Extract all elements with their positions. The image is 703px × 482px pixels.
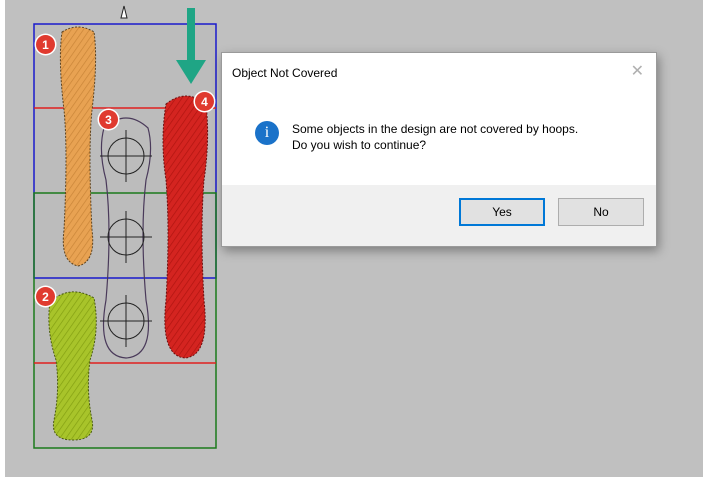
object-not-covered-dialog: Object Not Covered ✕ i Some objects in t…: [221, 52, 657, 247]
dialog-title: Object Not Covered: [232, 66, 338, 80]
close-icon[interactable]: ✕: [631, 61, 644, 81]
no-button[interactable]: No: [558, 198, 644, 226]
info-icon: i: [255, 121, 279, 145]
yes-button[interactable]: Yes: [459, 198, 545, 226]
object-marker-1: 1: [36, 35, 55, 54]
dialog-message-line-1: Some objects in the design are not cover…: [292, 122, 579, 136]
embroidery-object-4[interactable]: [162, 95, 209, 359]
dialog-message-line-2: Do you wish to continue?: [292, 138, 427, 152]
embroidery-object-1[interactable]: [59, 26, 97, 267]
dialog-footer: Yes No: [222, 185, 656, 246]
dialog-message: Some objects in the design are not cover…: [292, 121, 578, 153]
object-marker-2: 2: [36, 287, 55, 306]
object-marker-4: 4: [195, 92, 214, 111]
top-pointer-icon: [120, 5, 128, 19]
object-marker-3: 3: [99, 110, 118, 129]
